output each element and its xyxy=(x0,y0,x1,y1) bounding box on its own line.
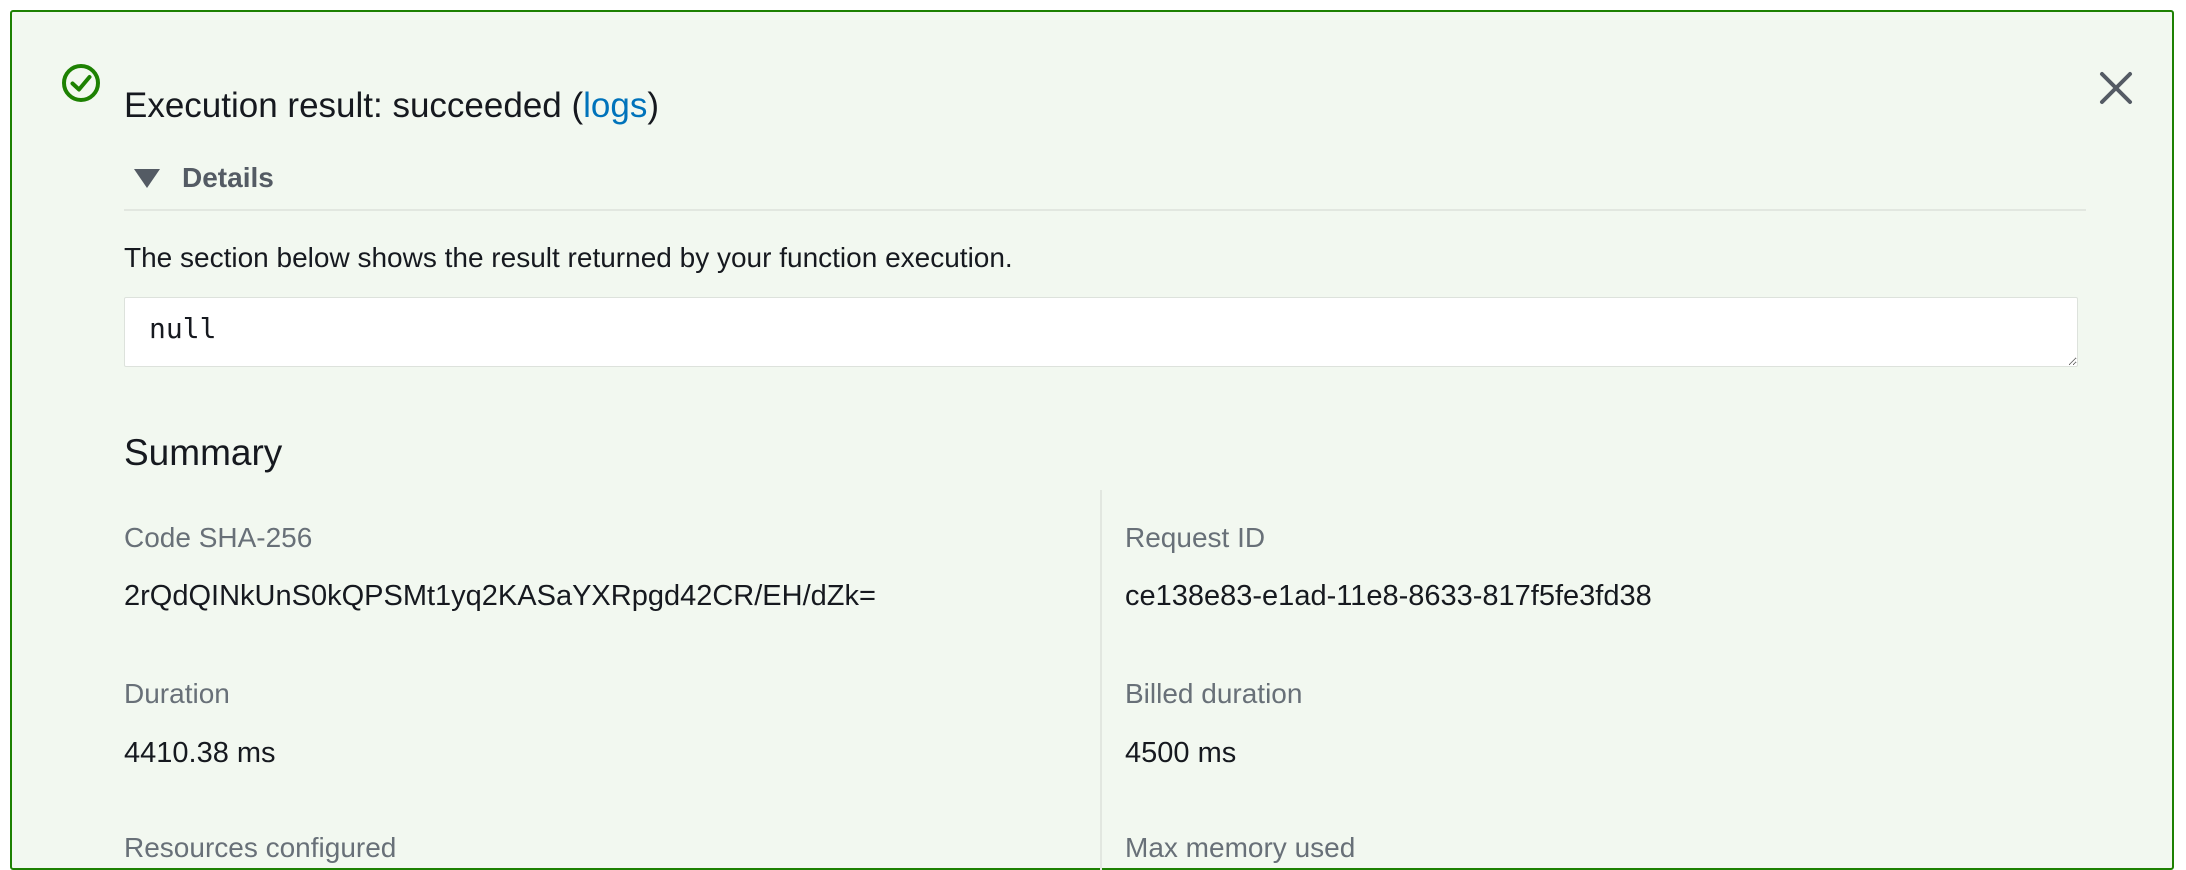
execution-result-panel: Execution result: succeeded (logs) Detai… xyxy=(10,10,2174,870)
caret-down-icon xyxy=(134,168,160,188)
details-label: Details xyxy=(182,162,274,193)
details-description: The section below shows the result retur… xyxy=(124,242,1013,273)
billed-duration-value: 4500 ms xyxy=(1125,737,1237,769)
request-id-label: Request ID xyxy=(1125,522,1266,553)
code-sha-label: Code SHA-256 xyxy=(124,522,313,553)
check-circle-icon xyxy=(62,64,100,102)
duration-value: 4410.38 ms xyxy=(124,737,276,769)
summary-column-divider xyxy=(1100,490,1102,870)
logs-link[interactable]: logs xyxy=(583,86,647,125)
result-output-field[interactable]: null xyxy=(124,297,2078,367)
close-icon[interactable] xyxy=(2092,64,2140,112)
title-suffix: ) xyxy=(647,86,660,125)
resources-configured-label: Resources configured xyxy=(124,832,397,863)
duration-label: Duration xyxy=(124,678,230,709)
details-divider xyxy=(124,209,2086,211)
request-id-value: ce138e83-e1ad-11e8-8633-817f5fe3fd38 xyxy=(1125,580,1652,612)
title-prefix: Execution result: succeeded ( xyxy=(124,86,584,125)
details-toggle[interactable]: Details xyxy=(134,158,274,198)
code-sha-value: 2rQdQINkUnS0kQPSMt1yq2KASaYXRpgd42CR/EH/… xyxy=(124,580,876,612)
summary-heading: Summary xyxy=(124,432,283,473)
max-memory-used-label: Max memory used xyxy=(1125,832,1356,863)
execution-result-title: Execution result: succeeded (logs) xyxy=(124,80,659,132)
billed-duration-label: Billed duration xyxy=(1125,678,1303,709)
